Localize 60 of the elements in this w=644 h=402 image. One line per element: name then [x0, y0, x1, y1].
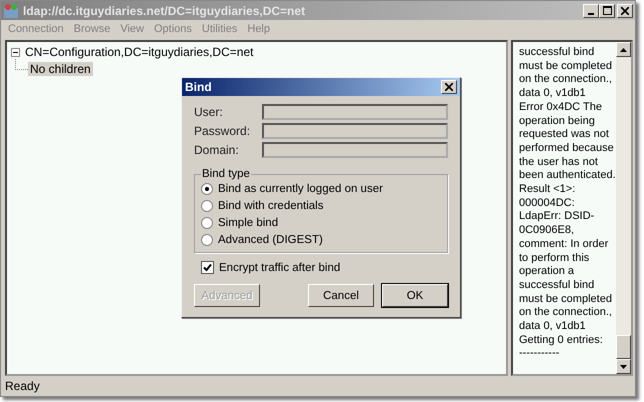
tree-item[interactable]: No children [28, 62, 93, 76]
log-line: must be completed [519, 60, 613, 74]
log-line: data 0, v1db1 [519, 320, 587, 334]
collapse-icon[interactable] [11, 48, 20, 56]
log-line: operation a [519, 265, 576, 279]
log-line: LdapErr: DSID- [519, 210, 596, 224]
dialog-button[interactable]: OK [382, 284, 448, 307]
log-line: ----------- [519, 347, 560, 362]
radio-button[interactable] [201, 234, 213, 246]
log-line: successful bind [519, 46, 596, 60]
dialog-title: Bind [185, 80, 212, 94]
log-line: successful bind [519, 278, 596, 293]
dialog-button[interactable]: Cancel [308, 284, 374, 307]
checkbox[interactable] [201, 261, 214, 274]
tree-item[interactable]: CN=Configuration,DC=itguydiaries,DC=net [23, 45, 256, 59]
close-icon [621, 6, 629, 14]
field-label: Domain: [194, 143, 240, 157]
minimize-button[interactable] [583, 4, 599, 18]
radio-button[interactable] [201, 200, 213, 212]
log-line: operation being [519, 114, 596, 128]
status-text: Ready [5, 379, 40, 393]
close-button[interactable] [617, 4, 633, 18]
log-line: 000004DC: [519, 196, 576, 210]
radio-button[interactable] [201, 216, 213, 228]
field-label: User: [194, 105, 224, 119]
group-title: Bind type [201, 168, 251, 180]
field-label: Password: [194, 124, 252, 138]
maximize-button[interactable] [599, 4, 615, 18]
maximize-icon [602, 6, 612, 15]
log-line: on the connection., [519, 73, 613, 88]
log-line: data 0, v1db1 [519, 87, 587, 101]
checkbox-label[interactable]: Encrypt traffic after bind [219, 262, 340, 274]
log-line: been authenticated. [519, 169, 616, 184]
window-title: ldap://dc.itguydiaries.net/DC=itguydiaries,DC=net [23, 4, 306, 18]
scrollbar[interactable] [616, 42, 631, 374]
radio-label[interactable]: Simple bind [218, 216, 278, 228]
log-line: to perform this [519, 252, 590, 266]
up-arrow-icon [620, 48, 627, 52]
close-icon [445, 83, 453, 91]
log-line: the user has not [519, 156, 599, 170]
scroll-down-button[interactable] [616, 359, 631, 374]
log-line: performed because [519, 142, 615, 156]
radio-label[interactable]: Bind as currently logged on user [218, 182, 383, 194]
log-line: comment: In order [519, 238, 610, 252]
scroll-up-button[interactable] [616, 42, 631, 57]
log-line: 0C0906E8, [519, 224, 576, 238]
radio-label[interactable]: Bind with credentials [218, 200, 324, 212]
log-line: Result <1>: [519, 183, 576, 197]
scroll-thumb[interactable] [616, 335, 631, 359]
log-line: Error 0x4DC The [519, 100, 603, 115]
log-line: must be completed [519, 292, 613, 306]
close-button[interactable] [441, 80, 457, 94]
app-icon [3, 2, 19, 18]
radio-button[interactable] [201, 182, 213, 194]
log-line: on the connection., [519, 306, 613, 320]
log-line: Getting 0 entries: [519, 334, 604, 348]
log-line: requested was not [519, 128, 610, 142]
radio-label[interactable]: Advanced (DIGEST) [218, 234, 323, 246]
minimize-icon [588, 12, 594, 14]
down-arrow-icon [620, 364, 627, 368]
